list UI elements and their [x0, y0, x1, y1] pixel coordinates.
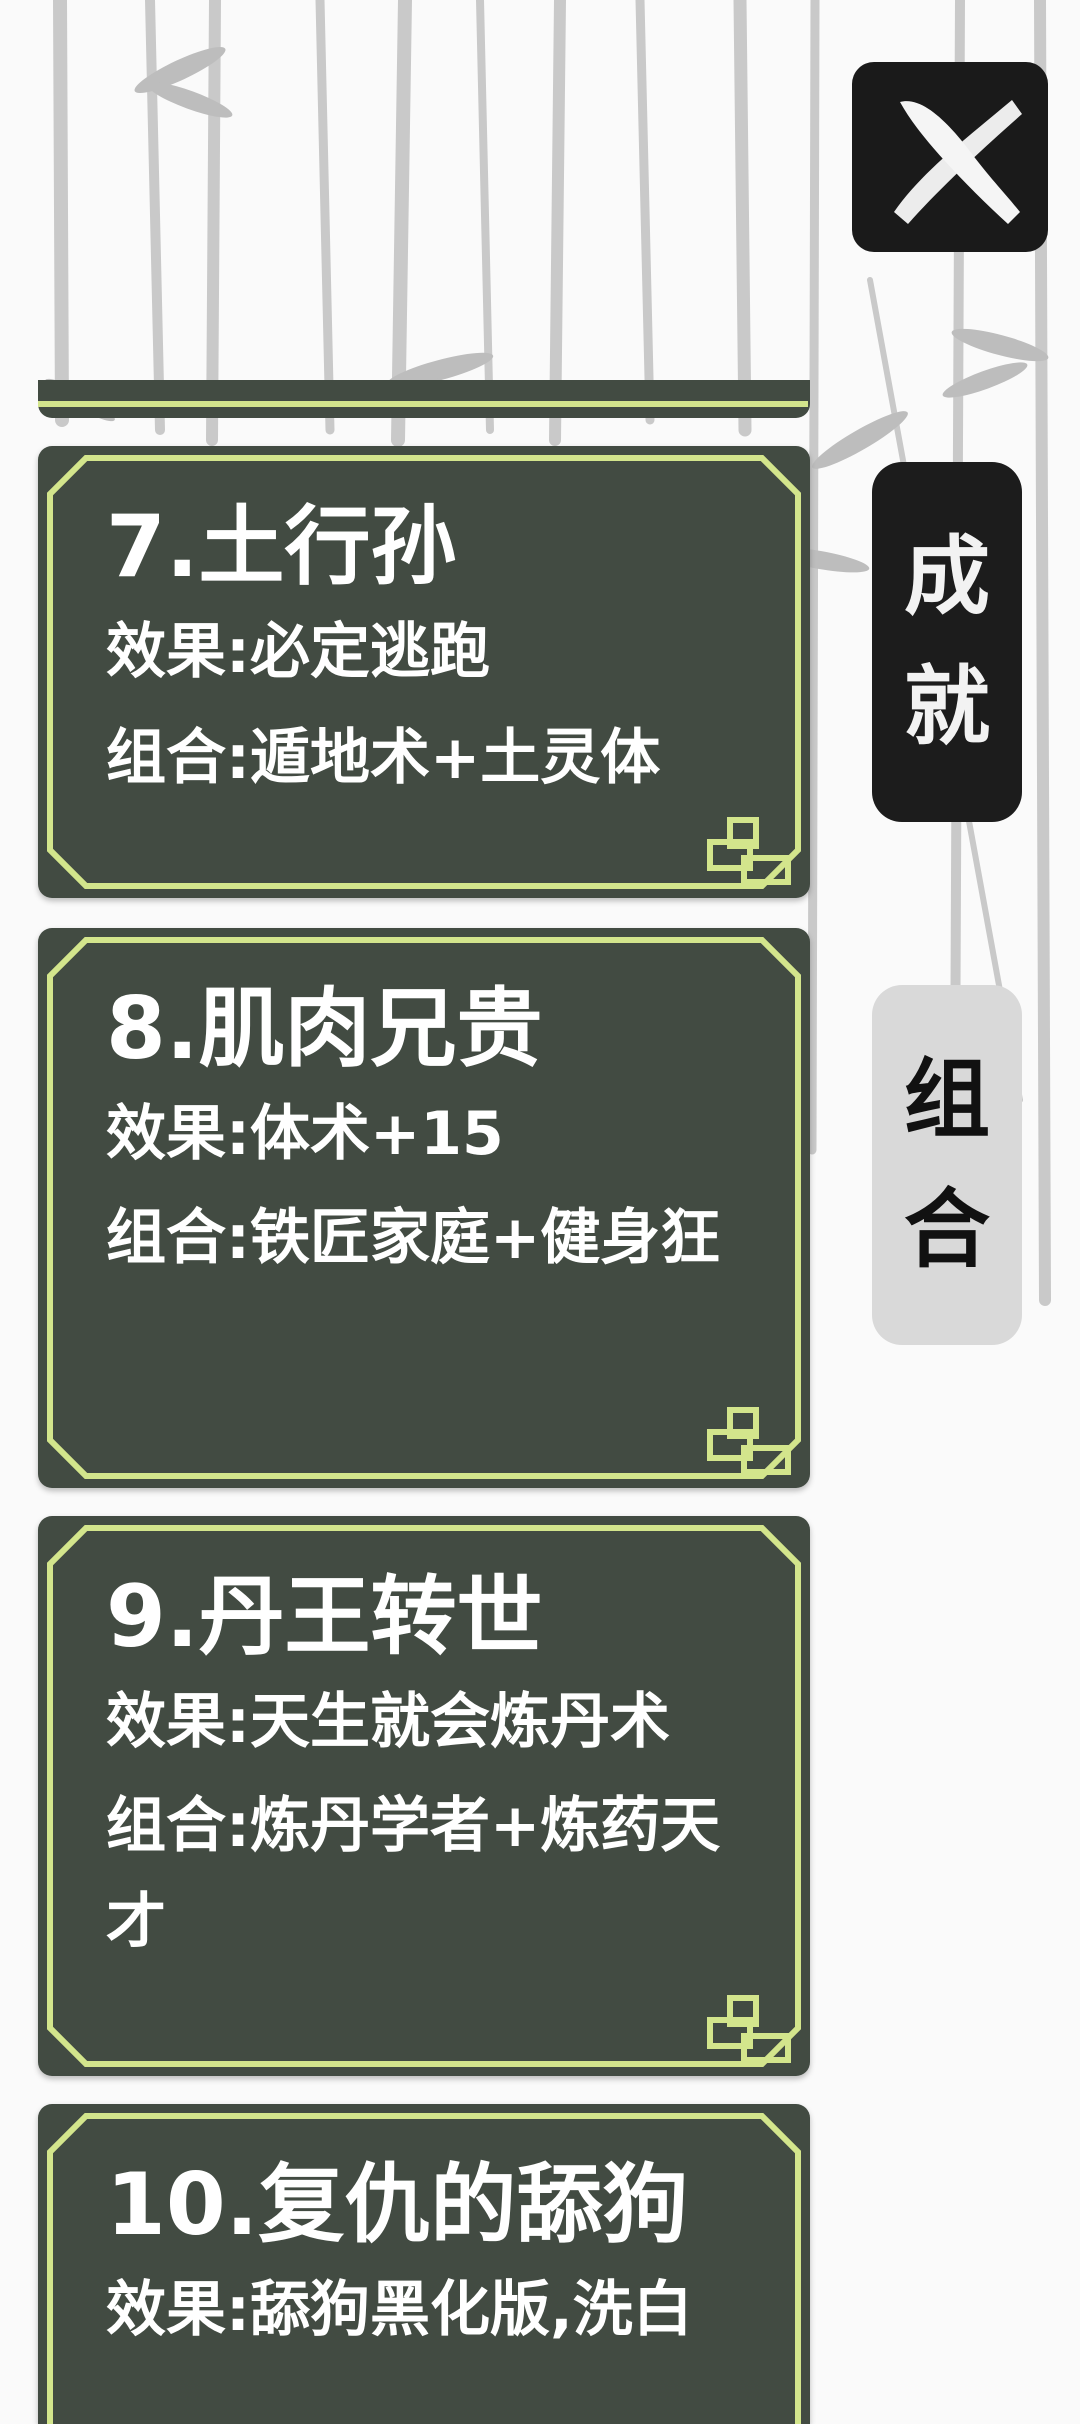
- card-title: 7.土行孙: [106, 497, 457, 597]
- previous-card-bottom: [38, 380, 810, 418]
- combo-card-7: 7.土行孙 效果:必定逃跑 组合:遁地术+土灵体: [38, 446, 810, 898]
- tab-combinations[interactable]: 组 合: [872, 985, 1022, 1345]
- card-combo: 组合:铁匠家庭+健身狂: [106, 1203, 721, 1273]
- combo-card-10: 10.复仇的舔狗 效果:舔狗黑化版,洗白: [38, 2104, 810, 2424]
- card-title: 10.复仇的舔狗: [106, 2155, 689, 2255]
- combo-card-9: 9.丹王转世 效果:天生就会炼丹术 组合:炼丹学者+炼药天才: [38, 1516, 810, 2076]
- card-title: 8.肌肉兄贵: [106, 979, 543, 1079]
- card-combo: 组合:遁地术+土灵体: [106, 723, 661, 793]
- close-button[interactable]: [852, 62, 1048, 252]
- card-effect: 效果:体术+15: [106, 1099, 504, 1169]
- tab-label: 成: [904, 527, 990, 627]
- tab-label: 合: [904, 1180, 990, 1280]
- card-effect: 效果:天生就会炼丹术: [106, 1687, 670, 1757]
- tab-achievements[interactable]: 成 就: [872, 462, 1022, 822]
- card-effect: 效果:必定逃跑: [106, 617, 490, 687]
- card-combo: 组合:炼丹学者+炼药天才: [106, 1791, 721, 1957]
- combo-card-8: 8.肌肉兄贵 效果:体术+15 组合:铁匠家庭+健身狂: [38, 928, 810, 1488]
- tab-label: 就: [904, 657, 990, 757]
- brush-x-icon: [894, 100, 1022, 224]
- card-title: 9.丹王转世: [106, 1567, 543, 1667]
- card-effect: 效果:舔狗黑化版,洗白: [106, 2275, 693, 2345]
- tab-label: 组: [904, 1050, 990, 1150]
